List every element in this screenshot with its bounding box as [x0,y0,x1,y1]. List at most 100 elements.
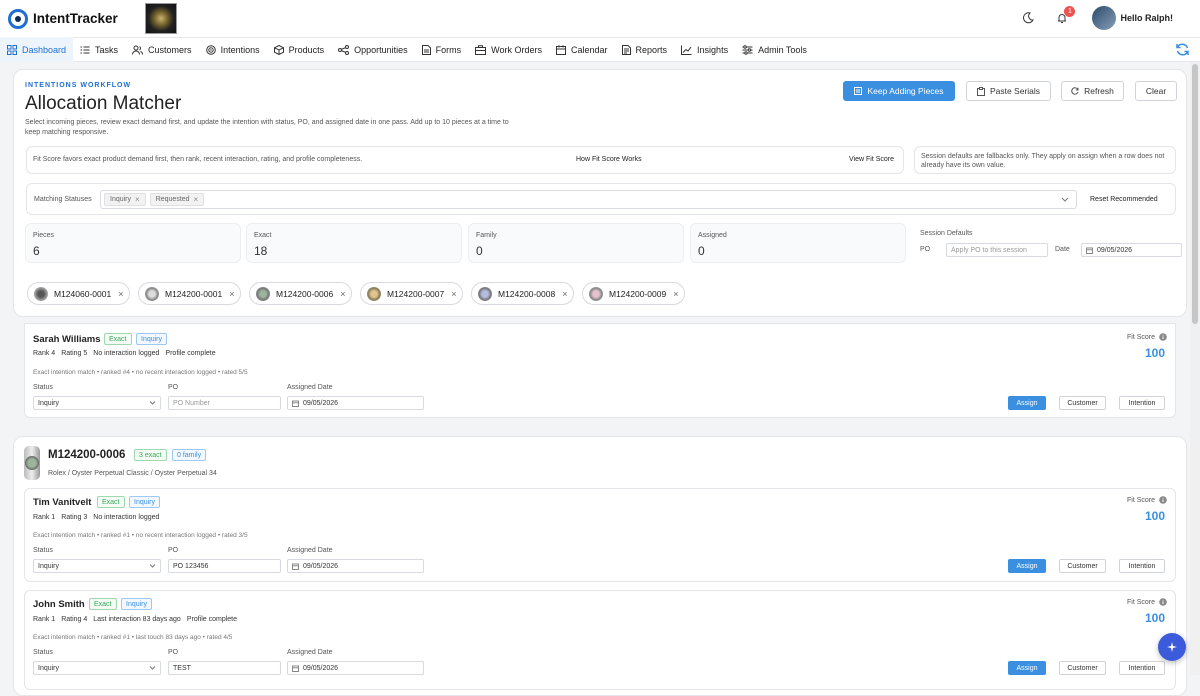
intention-button[interactable]: Intention [1119,661,1165,675]
fit-score-label: Fit Score [1127,598,1167,606]
calendar-icon [556,44,566,55]
watch-thumbnail [34,286,48,301]
customer-button[interactable]: Customer [1059,559,1106,573]
status-chip-requested[interactable]: Requested × [149,193,205,206]
sync-icon[interactable] [1175,42,1190,62]
nav-item-customers[interactable]: Customers [125,37,199,62]
refresh-button[interactable]: Refresh [1061,81,1124,101]
remove-icon[interactable]: × [451,289,456,299]
nav-label: Products [288,44,325,55]
assigned-date-input[interactable]: 09/05/2026 [287,661,424,675]
match-badge: Exact [89,598,117,610]
status-label: Status [33,649,53,656]
nav-item-tasks[interactable]: Tasks [73,37,125,62]
chart-icon [681,45,692,55]
nav-item-forms[interactable]: Forms [415,37,469,62]
intention-button[interactable]: Intention [1119,396,1165,410]
avatar[interactable] [1092,6,1117,30]
nav-item-admin-tools[interactable]: Admin Tools [735,37,814,62]
nav-item-work-orders[interactable]: Work Orders [468,37,549,62]
info-icon[interactable] [1159,496,1167,504]
app-logo[interactable]: IntentTracker [8,8,118,29]
nav-label: Reports [635,44,668,55]
customer-name[interactable]: John Smith [33,599,85,610]
candidate-row: Tim Vanitvelt Exact Inquiry Rank 1 Rating… [24,488,1176,582]
clear-button[interactable]: Clear [1135,81,1177,101]
assigned-date-input[interactable]: 09/05/2026 [287,396,424,410]
assigned-date-label: Assigned Date [287,384,333,391]
intention-button[interactable]: Intention [1119,559,1165,573]
nav-item-reports[interactable]: Reports [615,37,675,62]
nav-item-insights[interactable]: Insights [674,37,735,62]
assign-button[interactable]: Assign [1008,559,1046,573]
nav-item-products[interactable]: Products [267,37,332,62]
chevron-down-icon [149,401,156,405]
match-badge: Exact [97,496,125,508]
session-date-input[interactable]: 09/05/2026 [1081,243,1182,257]
nav-label: Calendar [571,44,608,55]
remove-icon[interactable]: × [135,195,140,204]
page-scrollbar[interactable] [1190,62,1200,675]
keep-adding-pieces-button[interactable]: Keep Adding Pieces [843,81,955,101]
greeting[interactable]: Hello Ralph! [1120,13,1173,23]
info-icon[interactable] [1159,598,1167,606]
stat-assigned: Assigned 0 [690,223,906,263]
view-fit-score-link[interactable]: View Fit Score [849,156,894,163]
scrollbar-thumb[interactable] [1192,64,1198,324]
list-icon [854,87,863,95]
remove-icon[interactable]: × [194,195,199,204]
po-input[interactable]: TEST [168,661,281,675]
piece-chip[interactable]: M124200-0008 × [471,282,575,305]
session-po-input[interactable]: Apply PO to this session [946,243,1048,257]
session-po-label: PO [920,246,931,253]
customer-button[interactable]: Customer [1059,396,1106,410]
assign-button[interactable]: Assign [1008,661,1046,675]
matching-status-filter: Matching Statuses Inquiry × Requested × Re… [26,183,1176,215]
nav-item-calendar[interactable]: Calendar [549,37,615,62]
assigned-date-input[interactable]: 09/05/2026 [287,559,424,573]
info-icon[interactable] [1159,333,1167,341]
customer-button[interactable]: Customer [1059,661,1106,675]
piece-chip[interactable]: M124200-0001 × [138,282,242,305]
remove-icon[interactable]: × [229,289,234,299]
how-fit-score-works-link[interactable]: How Fit Score Works [576,156,642,163]
fit-score-value: 100 [1144,611,1165,625]
piece-chip[interactable]: M124060-0001 × [27,282,131,305]
paste-serials-button[interactable]: Paste Serials [966,81,1051,101]
po-input[interactable]: PO Number [168,396,281,410]
status-multiselect[interactable]: Inquiry × Requested × [100,190,1077,209]
nav-item-opportunities[interactable]: Opportunities [331,37,415,62]
remove-icon[interactable]: × [118,289,123,299]
status-select[interactable]: Inquiry [33,396,161,410]
chevron-down-icon[interactable] [1061,197,1069,203]
family-count-badge: 0 family [172,449,207,461]
remove-icon[interactable]: × [562,289,567,299]
status-chip-inquiry[interactable]: Inquiry × [104,193,146,206]
moon-icon[interactable] [1022,12,1035,24]
status-label: Status [33,384,53,391]
nav-item-intentions[interactable]: Intentions [199,37,267,62]
remove-icon[interactable]: × [340,289,345,299]
po-input[interactable]: PO 123456 [168,559,281,573]
piece-chip[interactable]: M124200-0006 × [249,282,353,305]
remove-icon[interactable]: × [673,289,678,299]
floating-add-button[interactable] [1158,633,1186,661]
customer-name[interactable]: Sarah Williams [33,334,101,345]
match-note: Exact intention match • ranked #4 • no r… [33,369,248,376]
status-select[interactable]: Inquiry [33,661,161,675]
piece-chip[interactable]: M124200-0007 × [360,282,464,305]
reset-recommended-button[interactable]: Reset Recommended [1090,196,1158,203]
session-date-label: Date [1055,246,1070,253]
customer-name[interactable]: Tim Vanitvelt [33,497,91,508]
document-icon [421,44,431,55]
calendar-icon [292,563,299,570]
fit-score-value: 100 [1144,346,1165,360]
nav-item-dashboard[interactable]: Dashboard [0,37,74,62]
bell-icon[interactable]: 1 [1056,6,1076,24]
assign-button[interactable]: Assign [1008,396,1046,410]
status-badge: Inquiry [136,333,168,345]
match-badge: Exact [104,333,132,345]
workflow-eyebrow: INTENTIONS WORKFLOW [25,82,132,89]
status-select[interactable]: Inquiry [33,559,161,573]
piece-chip[interactable]: M124200-0009 × [582,282,686,305]
